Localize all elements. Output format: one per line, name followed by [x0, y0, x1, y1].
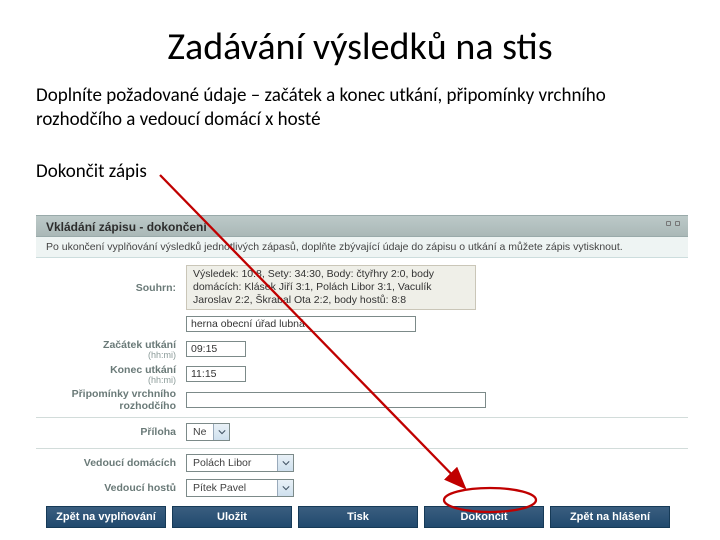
end-time-input[interactable] [186, 366, 246, 382]
label-ref-notes: Připomínky vrchního rozhodčího [36, 388, 186, 412]
chevron-down-icon[interactable] [213, 424, 229, 440]
summary-box: Výsledek: 10:8, Sety: 34:30, Body: čtyřh… [186, 265, 476, 310]
attachment-value: Ne [187, 426, 213, 438]
info-bar: Po ukončení vyplňování výsledků jednotli… [36, 237, 688, 258]
leader-home-select[interactable]: Polách Libor [186, 454, 294, 472]
label-leader-home: Vedoucí domácích [36, 457, 186, 469]
label-attachment: Příloha [36, 426, 186, 438]
back-to-fill-button[interactable]: Zpět na vyplňování [46, 506, 166, 528]
chevron-down-icon[interactable] [277, 455, 293, 471]
intro-paragraph: Doplníte požadované údaje – začátek a ko… [36, 84, 684, 132]
divider [36, 448, 688, 449]
print-button[interactable]: Tisk [298, 506, 418, 528]
section-header-text: Vkládání zápisu - dokončení [46, 220, 207, 234]
leader-guests-select[interactable]: Pítek Pavel [186, 479, 294, 497]
form-area: Souhrn: Výsledek: 10:8, Sety: 34:30, Bod… [36, 258, 688, 528]
page-title: Zadávání výsledků na stis [0, 24, 720, 70]
highlight-ellipse [440, 485, 540, 515]
referee-notes-input[interactable] [186, 392, 486, 408]
button-bar: Zpět na vyplňování Uložit Tisk Dokončit … [36, 506, 688, 528]
app-panel: Vkládání zápisu - dokončení Po ukončení … [36, 215, 688, 515]
subheading: Dokončit zápis [36, 160, 147, 183]
attachment-select[interactable]: Ne [186, 423, 230, 441]
section-header-controls[interactable] [666, 221, 680, 226]
divider [36, 417, 688, 418]
label-end: Konec utkání (hh:mi) [36, 364, 186, 385]
start-time-input[interactable] [186, 341, 246, 357]
leader-guests-value: Pítek Pavel [187, 482, 277, 494]
back-to-report-button[interactable]: Zpět na hlášení [550, 506, 670, 528]
venue-input[interactable] [186, 316, 416, 332]
label-start: Začátek utkání (hh:mi) [36, 339, 186, 360]
label-summary: Souhrn: [36, 282, 186, 294]
leader-home-value: Polách Libor [187, 457, 277, 469]
save-button[interactable]: Uložit [172, 506, 292, 528]
section-header: Vkládání zápisu - dokončení [36, 215, 688, 237]
label-leader-guests: Vedoucí hostů [36, 482, 186, 494]
chevron-down-icon[interactable] [277, 480, 293, 496]
